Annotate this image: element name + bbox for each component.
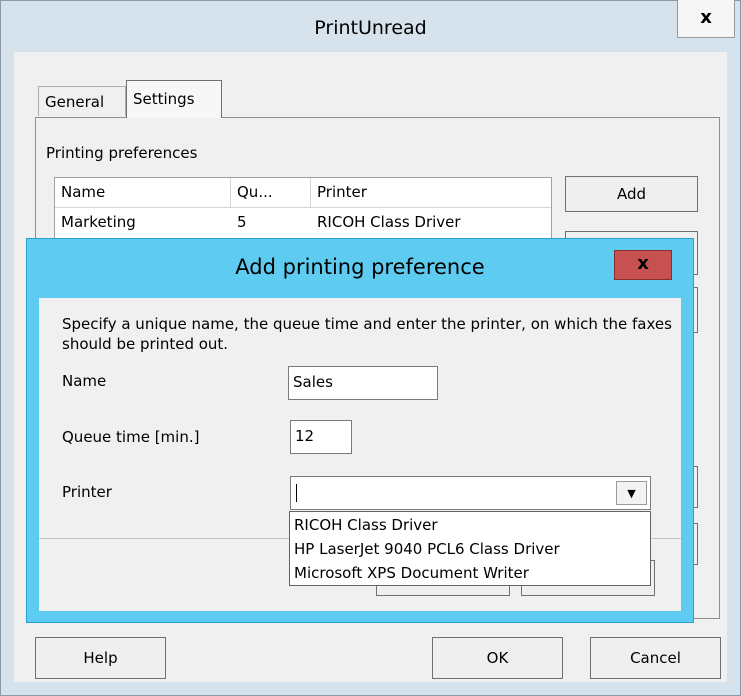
column-header-printer[interactable]: Printer <box>311 178 551 208</box>
help-button[interactable]: Help <box>35 637 166 679</box>
printer-combobox[interactable] <box>290 476 651 510</box>
close-icon: x <box>637 253 649 274</box>
table-cell-queue[interactable]: 5 <box>231 210 311 236</box>
table-cell-name[interactable]: Marketing <box>55 210 231 236</box>
window-close-button[interactable]: x <box>677 0 735 38</box>
add-button[interactable]: Add <box>565 176 698 212</box>
cancel-button[interactable]: Cancel <box>590 637 721 679</box>
dialog-title: Add printing preference <box>235 255 485 279</box>
ok-button[interactable]: OK <box>432 637 563 679</box>
printer-option[interactable]: RICOH Class Driver <box>292 514 648 538</box>
dropdown-button[interactable]: ▼ <box>616 481 647 505</box>
chevron-down-icon: ▼ <box>627 487 636 500</box>
dialog-close-button[interactable]: x <box>614 250 672 280</box>
table-cell-printer[interactable]: RICOH Class Driver <box>311 210 551 236</box>
tab-general[interactable]: General <box>38 86 126 116</box>
printer-option[interactable]: HP LaserJet 9040 PCL6 Class Driver <box>292 538 648 562</box>
text-caret <box>296 484 297 502</box>
dialog-description: Specify a unique name, the queue time an… <box>62 315 672 353</box>
column-header-queue[interactable]: Qu... <box>231 178 311 208</box>
column-header-name[interactable]: Name <box>55 178 231 208</box>
window-title: PrintUnread <box>314 17 427 39</box>
queue-time-label: Queue time [min.] <box>62 428 200 446</box>
name-label: Name <box>62 372 107 390</box>
queue-time-input[interactable]: 12 <box>290 420 352 454</box>
tab-settings[interactable]: Settings <box>126 80 222 118</box>
printing-preferences-label: Printing preferences <box>46 144 198 162</box>
printer-option[interactable]: Microsoft XPS Document Writer <box>292 562 648 586</box>
name-input[interactable]: Sales <box>288 366 438 400</box>
preferences-table[interactable]: Name Qu... Printer Marketing 5 RICOH Cla… <box>54 177 552 247</box>
printer-label: Printer <box>62 483 112 501</box>
close-icon: x <box>700 7 712 28</box>
printer-dropdown-list[interactable]: RICOH Class Driver HP LaserJet 9040 PCL6… <box>289 511 651 586</box>
